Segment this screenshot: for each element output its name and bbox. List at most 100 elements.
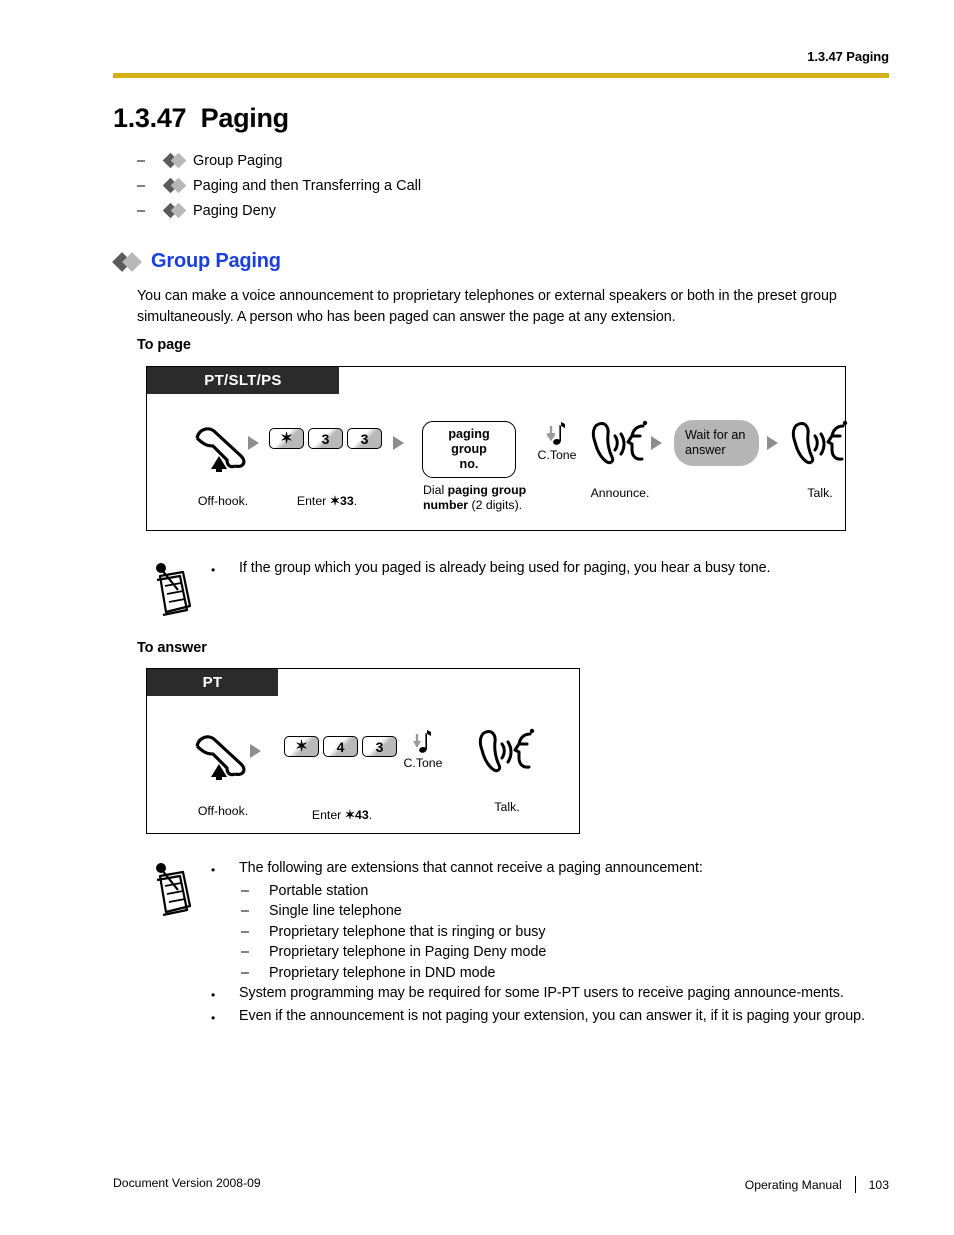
- music-note-icon: [531, 420, 583, 448]
- flow-arrow-icon: [767, 436, 778, 450]
- note-dash: –: [241, 903, 249, 919]
- note-dash: –: [241, 923, 249, 940]
- step-enter-feature-code: ✶ 4 3 Enter ✶43.: [284, 736, 397, 822]
- ctone-label: C.Tone: [403, 756, 443, 770]
- note-subitem: – Proprietary telephone in Paging Deny m…: [241, 942, 888, 963]
- note-text: System programming may be required for s…: [239, 985, 844, 1001]
- music-note-icon: [397, 728, 449, 756]
- entry-box-line1: paging group: [448, 427, 490, 456]
- list-dash: –: [137, 152, 146, 169]
- feature-code: ✶43: [344, 808, 369, 822]
- list-item[interactable]: – Group Paging: [137, 148, 837, 173]
- list-item-label: Paging and then Transferring a Call: [193, 177, 422, 194]
- key-digit[interactable]: 3: [347, 428, 382, 449]
- key-digit[interactable]: 3: [308, 428, 343, 449]
- memo-note-icon: [148, 860, 198, 917]
- list-dash: –: [137, 177, 146, 194]
- subheading-to-page: To page: [137, 337, 191, 353]
- page-title: 1.3.47 Paging: [113, 103, 289, 133]
- wait-line1: Wait for an: [685, 428, 746, 442]
- footer-divider: [854, 1176, 856, 1193]
- feature-code: ✶33: [329, 494, 354, 508]
- running-header: 1.3.47 Paging: [113, 48, 889, 66]
- handset-talking-icon: [791, 420, 848, 465]
- note-body: • If the group which you paged is alread…: [211, 558, 888, 581]
- flow-arrow-icon: [393, 436, 404, 450]
- note-bullet: •: [211, 1010, 216, 1025]
- section-heading: Group Paging: [112, 250, 281, 273]
- step-offhook: Off-hook.: [187, 724, 259, 818]
- list-item-label: Group Paging: [193, 152, 283, 169]
- note-dash: –: [241, 964, 249, 981]
- running-header-title: 1.3.47 Paging: [807, 49, 889, 64]
- note-text: Even if the announcement is not paging y…: [239, 1007, 865, 1024]
- note-item: • Even if the announcement is not paging…: [211, 1006, 888, 1029]
- note-item: • If the group which you paged is alread…: [211, 558, 888, 581]
- note-subitem-text: Portable station: [269, 882, 369, 899]
- note-bullet: •: [211, 988, 216, 1002]
- key-digit[interactable]: 3: [362, 736, 397, 757]
- note-bullet: •: [211, 863, 216, 877]
- section-heading-label: Group Paging: [151, 250, 281, 272]
- step-announce: Announce.: [587, 414, 653, 500]
- memo-note-icon: [148, 560, 198, 617]
- device-type-tab: PT: [147, 669, 278, 696]
- section-link-list: – Group Paging – Paging and then Transfe…: [137, 148, 837, 223]
- step-caption: Talk.: [807, 486, 833, 500]
- step-caption: Talk.: [494, 800, 520, 814]
- page-number: 103: [868, 1177, 889, 1192]
- step-talk: Talk.: [787, 414, 853, 500]
- handset-offhook-icon: [195, 735, 246, 784]
- note-subitem-text: Proprietary telephone in Paging Deny mod…: [269, 944, 547, 960]
- list-dash: –: [137, 202, 146, 219]
- document-version: Document Version 2008-09: [113, 1176, 261, 1190]
- step-caption: Dial paging group number (2 digits).: [423, 483, 527, 512]
- subheading-to-answer: To answer: [137, 640, 207, 656]
- flow-arrow-icon: [651, 436, 662, 450]
- note-text: The following are extensions that cannot…: [239, 860, 703, 876]
- ctone-block: C.Tone: [397, 728, 449, 770]
- step-talk: Talk.: [474, 722, 540, 814]
- note-subitem: – Single line telephone: [241, 901, 888, 922]
- device-type-tab: PT/SLT/PS: [147, 367, 339, 394]
- key-digit[interactable]: 4: [323, 736, 358, 757]
- handset-talking-icon: [478, 728, 535, 773]
- section-paragraph: You can make a voice announcement to pro…: [137, 288, 837, 325]
- note-subitem: – Proprietary telephone that is ringing …: [241, 922, 888, 943]
- procedure-diagram-to-page: PT/SLT/PS Off-hook. ✶ 3 3 Enter ✶33. pag…: [146, 366, 848, 531]
- step-caption: Off-hook.: [197, 804, 249, 818]
- diamond-pair-icon: [162, 177, 187, 194]
- entry-box: paging group no.: [422, 421, 516, 478]
- key-star[interactable]: ✶: [284, 736, 319, 757]
- flow-arrow-icon: [250, 744, 261, 758]
- entry-box-line2: no.: [459, 457, 479, 471]
- step-wait-for-answer: Wait for an answer: [674, 420, 759, 466]
- diamond-pair-icon: [162, 202, 187, 219]
- note-subitem-text: Proprietary telephone that is ringing or…: [269, 923, 546, 940]
- note-subitem: – Portable station: [241, 881, 888, 902]
- step-dial-group-number: paging group no. Dial paging group numbe…: [422, 421, 526, 512]
- note-subitem: – Proprietary telephone in DND mode: [241, 963, 888, 984]
- keypad-sequence: ✶ 3 3: [269, 428, 382, 449]
- footer-right: Operating Manual 103: [745, 1176, 889, 1193]
- manual-name: Operating Manual: [744, 1177, 842, 1192]
- note-item: • The following are extensions that cann…: [211, 858, 888, 881]
- list-item[interactable]: – Paging Deny: [137, 198, 837, 223]
- note-body: • The following are extensions that cann…: [211, 858, 888, 1028]
- note-text: If the group which you paged is already …: [239, 560, 771, 576]
- diamond-pair-icon: [112, 251, 142, 272]
- note-dash: –: [241, 882, 249, 899]
- diamond-pair-icon: [162, 152, 187, 169]
- step-caption: Enter ✶43.: [311, 808, 373, 822]
- note-bullet: •: [211, 563, 216, 577]
- note-block: • If the group which you paged is alread…: [148, 558, 888, 617]
- handset-talking-icon: [591, 420, 648, 465]
- ctone-block: C.Tone: [531, 420, 583, 462]
- note-item: • System programming may be required for…: [211, 983, 888, 1006]
- procedure-diagram-to-answer: PT Off-hook. ✶ 4 3 Enter ✶43. C.Tone Tal…: [146, 668, 580, 834]
- list-item[interactable]: – Paging and then Transferring a Call: [137, 173, 837, 198]
- step-enter-feature-code: ✶ 3 3 Enter ✶33.: [269, 428, 382, 508]
- step-caption: Enter ✶33.: [296, 494, 358, 508]
- key-star[interactable]: ✶: [269, 428, 304, 449]
- note-dash: –: [241, 944, 249, 960]
